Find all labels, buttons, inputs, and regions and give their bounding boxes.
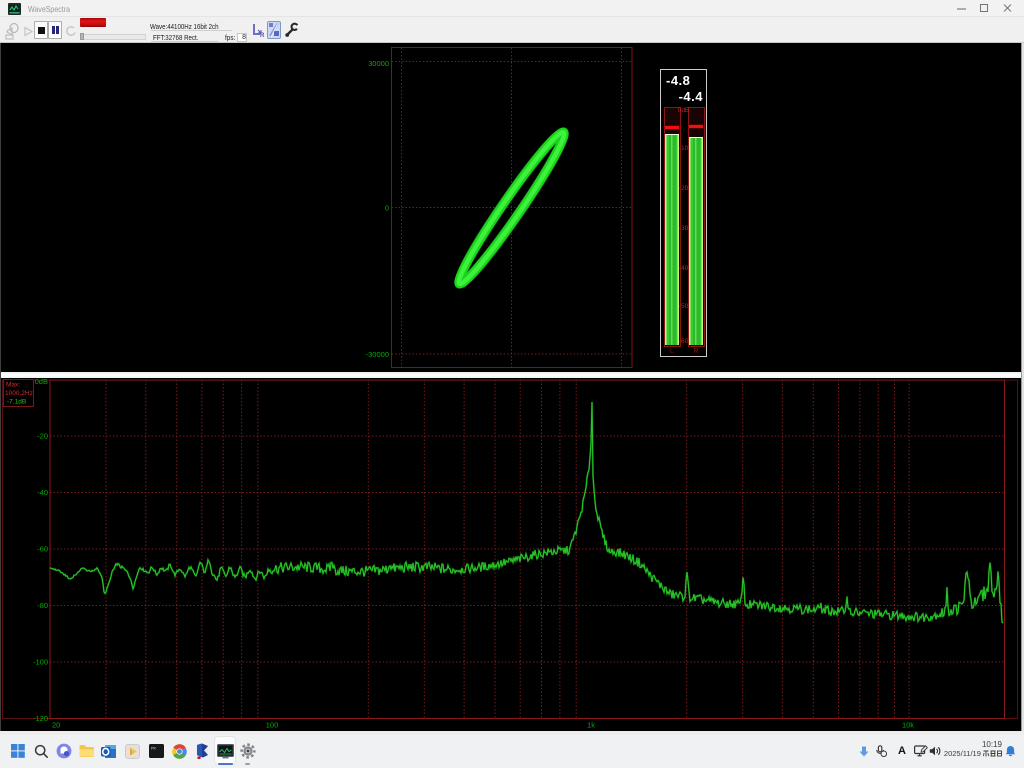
- svg-text:R: R: [260, 33, 265, 38]
- svg-text:Max:: Max:: [6, 382, 20, 389]
- svg-text:10k: 10k: [902, 721, 914, 730]
- svg-text:100: 100: [266, 721, 279, 730]
- svg-text:-40: -40: [37, 488, 48, 497]
- svg-text:0: 0: [385, 204, 389, 213]
- svg-text:30000: 30000: [368, 59, 389, 68]
- svg-text:0dB: 0dB: [35, 378, 48, 386]
- svg-text:-7.1dB: -7.1dB: [7, 399, 26, 406]
- svg-text:-20: -20: [37, 432, 48, 441]
- svg-text:1000.2Hz: 1000.2Hz: [5, 390, 33, 397]
- svg-text:20: 20: [52, 721, 60, 730]
- svg-text:-60: -60: [37, 545, 48, 554]
- svg-text:-80: -80: [37, 601, 48, 610]
- svg-text:1k: 1k: [587, 721, 595, 730]
- svg-text:-30000: -30000: [366, 350, 389, 359]
- svg-text:-120: -120: [33, 714, 48, 723]
- svg-text:-100: -100: [33, 658, 48, 667]
- svg-text:PR: PR: [151, 748, 156, 752]
